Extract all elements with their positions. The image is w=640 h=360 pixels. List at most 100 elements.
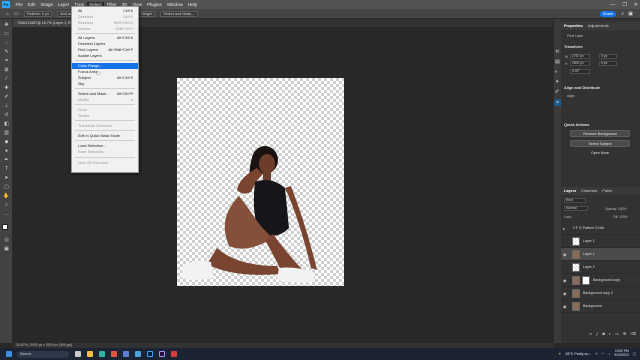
fx-icon[interactable]: ƒ: [596, 331, 598, 339]
brush-panel-icon[interactable]: ✐: [555, 89, 559, 95]
menu-item-transform-selection[interactable]: Transform Selection: [72, 123, 138, 129]
photoshop-taskbar-icon[interactable]: [147, 351, 153, 357]
tab-paths[interactable]: Paths: [602, 189, 612, 193]
angle-field[interactable]: 0.00°: [570, 69, 590, 74]
eyedropper-tool-icon[interactable]: ⁄: [3, 76, 10, 83]
menu-help[interactable]: Help: [185, 2, 199, 7]
adjustments-panel-icon[interactable]: ◐: [555, 69, 558, 75]
tab-properties[interactable]: Properties: [564, 24, 583, 28]
layer-row[interactable]: ◉ Background copy: [561, 274, 640, 287]
foreground-color-swatch[interactable]: [2, 224, 8, 230]
windows-start-icon[interactable]: [6, 351, 12, 357]
x-field[interactable]: 0 px: [599, 54, 617, 59]
menu-item-quick-mask[interactable]: Edit in Quick Mask Mode: [72, 133, 138, 139]
chrome-icon[interactable]: [111, 351, 117, 357]
quick-selection-tool-icon[interactable]: ✎: [3, 49, 10, 56]
share-button[interactable]: Share: [600, 10, 616, 17]
quick-actions-header[interactable]: Quick Actions: [564, 123, 589, 127]
layer-filter-dropdown[interactable]: Kind: [564, 198, 586, 203]
fill-field[interactable]: Fill: 100%: [613, 215, 627, 219]
store-icon[interactable]: [123, 351, 129, 357]
opacity-field[interactable]: Opacity: 100%: [605, 207, 626, 211]
volume-icon[interactable]: ♪: [609, 352, 611, 356]
y-field[interactable]: 0 px: [599, 61, 617, 66]
tray-arrow-icon[interactable]: ˄: [595, 352, 597, 356]
layer-row[interactable]: ◉ Background: [561, 300, 640, 313]
layer-mask-thumbnail[interactable]: [582, 276, 590, 285]
hand-tool-icon[interactable]: ✋: [3, 193, 10, 200]
menu-item-sky[interactable]: Sky: [72, 81, 138, 87]
wifi-icon[interactable]: ◠: [601, 352, 604, 356]
zoom-tool-icon[interactable]: ⌕: [3, 202, 10, 209]
remove-background-button[interactable]: Remove Background: [570, 130, 630, 137]
brush-tool-icon[interactable]: ✐: [3, 94, 10, 101]
link-layers-icon[interactable]: ∞: [589, 331, 592, 339]
shape-tool-icon[interactable]: ▢: [3, 184, 10, 191]
trash-icon[interactable]: ⌫: [630, 331, 636, 339]
layer-row[interactable]: Layer 1: [561, 235, 640, 248]
learn-panel-icon[interactable]: ✦: [555, 79, 559, 85]
minimize-icon[interactable]: —: [610, 2, 615, 8]
document-canvas[interactable]: [177, 78, 344, 286]
menu-layer[interactable]: Layer: [56, 2, 72, 7]
layer-row[interactable]: ▸ 2 F G Pattern Gi Me: [561, 222, 640, 235]
path-selection-icon[interactable]: ➤: [3, 175, 10, 182]
menu-item-modify[interactable]: Modify ▸: [72, 97, 138, 103]
add-mask-icon[interactable]: ◙: [602, 331, 604, 339]
layer-row[interactable]: Layer 2: [561, 261, 640, 274]
gradient-tool-icon[interactable]: ▥: [3, 130, 10, 137]
screen-mode-icon[interactable]: ▣: [3, 246, 10, 253]
menu-item-new-3d-extrusion[interactable]: New 3D Extrusion: [72, 160, 138, 166]
height-field[interactable]: 3000 px: [570, 61, 590, 66]
menu-file[interactable]: File: [13, 2, 25, 7]
eye-icon[interactable]: ◉: [563, 252, 567, 257]
healing-brush-icon[interactable]: ✚: [3, 85, 10, 92]
menu-plugins[interactable]: Plugins: [145, 2, 165, 7]
menu-image[interactable]: Image: [38, 2, 56, 7]
feather-field[interactable]: Feather: 0 px: [23, 10, 53, 17]
new-group-icon[interactable]: ▭: [615, 331, 619, 339]
menu-item-similar[interactable]: Similar: [72, 113, 138, 119]
tab-channels[interactable]: Channels: [581, 189, 597, 193]
workspace-icon[interactable]: ▣: [628, 11, 633, 17]
close-icon[interactable]: ✕: [634, 2, 638, 8]
pen-tool-icon[interactable]: ✒: [3, 157, 10, 164]
select-and-mask-button[interactable]: Select and Mask...: [160, 10, 198, 17]
task-view-icon[interactable]: [75, 351, 81, 357]
eye-icon[interactable]: ◉: [563, 304, 567, 309]
artboard-tool-icon[interactable]: ▭: [3, 31, 10, 38]
adjustment-layer-icon[interactable]: ◐: [609, 331, 611, 339]
height-field[interactable]: Height: [138, 10, 156, 17]
tab-layers[interactable]: Layers: [564, 189, 576, 193]
menu-item-inverse[interactable]: Inverse Shift+Ctrl+I: [72, 26, 138, 32]
weather-icon[interactable]: ☀: [558, 352, 561, 356]
menu-window[interactable]: Window: [164, 2, 185, 7]
notifications-icon[interactable]: ▢: [633, 352, 636, 356]
file-explorer-icon[interactable]: [87, 351, 93, 357]
eye-icon[interactable]: ◉: [563, 291, 567, 296]
move-tool-icon[interactable]: ✥: [3, 22, 10, 29]
quick-mask-icon[interactable]: ◎: [3, 237, 10, 244]
eye-icon[interactable]: ◉: [563, 278, 567, 283]
eraser-tool-icon[interactable]: ◧: [3, 121, 10, 128]
mail-icon[interactable]: [135, 351, 141, 357]
lasso-tool-icon[interactable]: ◌: [3, 40, 10, 47]
libraries-panel-icon[interactable]: ▤: [555, 59, 560, 65]
new-layer-icon[interactable]: ⊞: [623, 331, 626, 339]
edge-icon[interactable]: [99, 351, 105, 357]
weather-text[interactable]: 28°C Partly su...: [565, 352, 591, 356]
marquee-tool-icon[interactable]: ▭: [14, 11, 19, 17]
app-taskbar-icon[interactable]: [171, 351, 177, 357]
history-brush-icon[interactable]: ↺: [3, 112, 10, 119]
blend-mode-dropdown[interactable]: Normal: [564, 206, 588, 211]
history-panel-icon[interactable]: ⟲: [555, 49, 559, 55]
frame-tool-icon[interactable]: ⊠: [3, 67, 10, 74]
menu-item-save-selection[interactable]: Save Selection...: [72, 149, 138, 155]
ai-panel-icon[interactable]: AI: [554, 99, 561, 106]
taskbar-search[interactable]: Search: [17, 350, 69, 358]
layer-row[interactable]: ◉ Background copy 2: [561, 287, 640, 300]
home-icon[interactable]: ⌂: [6, 11, 9, 17]
search-icon[interactable]: ⌕: [621, 11, 624, 17]
open-more-link[interactable]: Open More: [570, 150, 630, 157]
crop-tool-icon[interactable]: ⌗: [3, 58, 10, 65]
